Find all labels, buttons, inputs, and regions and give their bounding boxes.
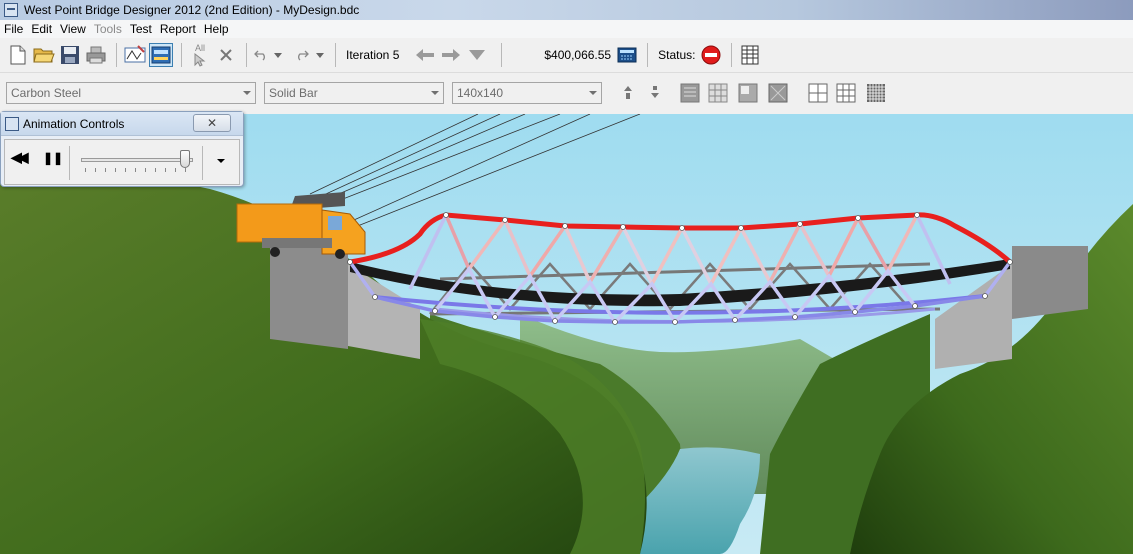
calculator-icon (617, 47, 637, 63)
pause-button[interactable]: ❚❚ (43, 152, 63, 164)
select-all-label: All (194, 42, 205, 53)
cross-section-select[interactable]: Solid Bar (264, 82, 444, 104)
menu-tools[interactable]: Tools (90, 22, 126, 36)
size-up-icon[interactable] (618, 83, 638, 103)
save-icon (61, 46, 79, 64)
speed-slider-track[interactable] (81, 158, 193, 162)
toolbar-separator (116, 43, 117, 67)
toolbar-separator (335, 43, 336, 67)
status-indicator[interactable] (699, 43, 723, 67)
separator (69, 146, 70, 180)
delete-icon (220, 49, 232, 61)
iteration-label: Iteration 5 (346, 48, 400, 62)
fine-grid-icon[interactable] (866, 83, 886, 103)
member-size-select[interactable]: 140x140 (452, 82, 602, 104)
undo-button[interactable] (253, 43, 269, 67)
close-icon: ✕ (206, 116, 218, 130)
chevron-down-icon[interactable] (217, 159, 225, 163)
animation-controls-window: Animation Controls ✕ ◀◀ ❚❚ (0, 111, 244, 187)
app-icon (5, 116, 19, 131)
undo-dropdown[interactable] (271, 43, 285, 67)
menu-help[interactable]: Help (200, 22, 233, 36)
new-file-icon (10, 45, 26, 65)
speed-slider-ticks (85, 168, 189, 172)
app-icon (4, 3, 18, 17)
chevron-down-icon (316, 52, 324, 58)
chevron-down-icon (431, 91, 439, 95)
redo-dropdown[interactable] (313, 43, 327, 67)
material-select[interactable]: Carbon Steel (6, 82, 256, 104)
toolbar-separator (181, 43, 182, 67)
chevron-down-icon (274, 52, 282, 58)
stop-sign-icon (701, 45, 721, 65)
drawing-board-button[interactable] (123, 43, 147, 67)
member-size-value: 140x140 (457, 86, 504, 100)
animation-controls-title: Animation Controls (23, 116, 125, 131)
close-button[interactable]: ✕ (193, 114, 231, 132)
window-title: West Point Bridge Designer 2012 (2nd Edi… (24, 3, 360, 17)
undo-icon (254, 50, 265, 61)
iteration-browser-button[interactable] (465, 43, 489, 67)
medium-grid-icon[interactable] (836, 83, 856, 103)
next-iteration-button[interactable] (439, 43, 463, 67)
menu-edit[interactable]: Edit (27, 22, 56, 36)
speed-slider-thumb[interactable] (179, 150, 190, 168)
cross-section-value: Solid Bar (269, 86, 318, 100)
printer-icon (86, 46, 106, 64)
save-button[interactable] (58, 43, 82, 67)
rewind-button[interactable]: ◀◀ (11, 149, 28, 165)
bridge-cost: $400,066.55 (544, 48, 612, 62)
right-abutment-wall (1012, 246, 1088, 319)
menu-view[interactable]: View (56, 22, 90, 36)
left-abutment-wall (270, 244, 348, 349)
arrow-left-icon (416, 49, 435, 61)
member-table-icon[interactable] (708, 83, 728, 103)
print-button[interactable] (84, 43, 108, 67)
load-test-button[interactable] (149, 43, 173, 67)
redo-button[interactable] (293, 43, 311, 67)
drawing-board-icon (124, 45, 146, 63)
menu-report[interactable]: Report (156, 22, 200, 36)
toolbar-separator (647, 43, 649, 67)
arrow-right-icon (442, 49, 461, 61)
size-down-icon[interactable] (645, 83, 665, 103)
menu-test[interactable]: Test (126, 22, 156, 36)
rewind-icon: ◀◀ (11, 149, 28, 165)
toolbar-separator (246, 43, 247, 67)
select-all-button[interactable]: All (188, 43, 212, 67)
status-label: Status: (658, 48, 696, 62)
chevron-down-icon (243, 91, 251, 95)
redo-icon (298, 50, 309, 61)
material-value: Carbon Steel (11, 86, 82, 100)
show-members-icon[interactable] (768, 83, 788, 103)
menu-bar: File Edit View Tools Test Report Help (0, 20, 1133, 38)
main-toolbar: All Iteration 5 $400,066.55 Status: (0, 38, 1133, 73)
cost-calculator-button[interactable] (615, 43, 639, 67)
toolbar-separator (501, 43, 503, 67)
new-file-button[interactable] (6, 43, 30, 67)
open-folder-icon (33, 48, 55, 63)
table-icon (741, 45, 759, 65)
coarse-grid-icon[interactable] (808, 83, 828, 103)
member-properties-icon[interactable] (680, 83, 700, 103)
toolbar-separator (731, 43, 733, 67)
delete-button[interactable] (214, 43, 238, 67)
menu-file[interactable]: File (0, 22, 27, 36)
arrow-down-icon (469, 50, 486, 60)
load-test-icon (151, 46, 171, 64)
member-list-button[interactable] (738, 43, 762, 67)
pointer-icon (194, 52, 206, 67)
pause-icon: ❚❚ (43, 151, 64, 165)
title-bar: West Point Bridge Designer 2012 (2nd Edi… (0, 0, 1133, 20)
member-details-icon[interactable] (738, 83, 758, 103)
separator (202, 146, 203, 180)
member-toolbar: Carbon Steel Solid Bar 140x140 (0, 73, 1133, 114)
open-file-button[interactable] (32, 43, 56, 67)
previous-iteration-button[interactable] (413, 43, 437, 67)
animation-controls-titlebar[interactable]: Animation Controls ✕ (1, 112, 243, 136)
chevron-down-icon (589, 91, 597, 95)
animation-controls-body: ◀◀ ❚❚ (4, 139, 240, 185)
